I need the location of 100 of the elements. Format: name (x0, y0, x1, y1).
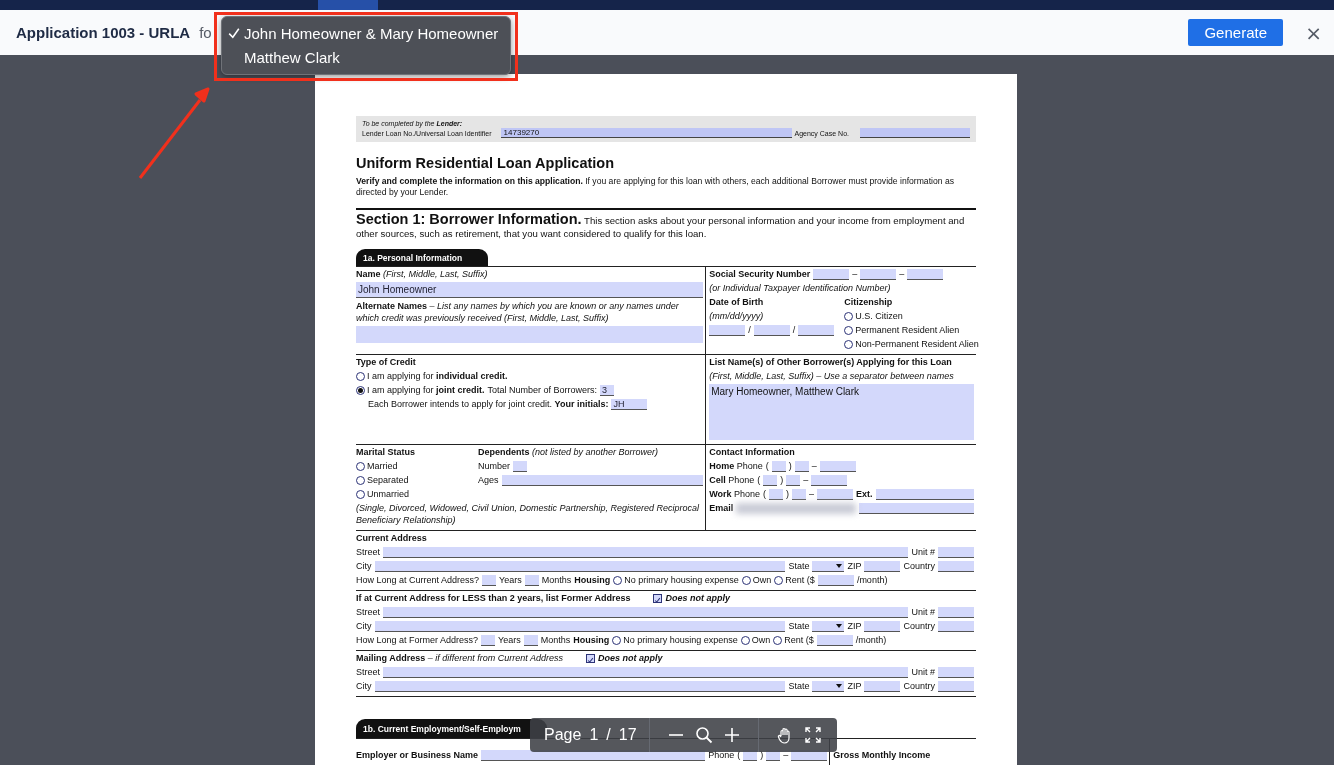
input-field[interactable] (501, 475, 704, 486)
form-label: Gross Monthly Income (833, 749, 931, 761)
input-field[interactable] (792, 489, 807, 500)
form-label: Home Phone (709, 460, 763, 472)
input-field[interactable] (817, 489, 854, 500)
input-field[interactable] (523, 635, 538, 646)
input-field[interactable]: JH (611, 399, 648, 410)
radio-button[interactable]: Rent ($ (773, 634, 814, 646)
input-field[interactable] (813, 269, 850, 280)
input-field[interactable] (798, 325, 835, 336)
radio-button[interactable]: Unmarried (356, 488, 409, 500)
input-field[interactable]: 3 (600, 385, 615, 396)
radio-button[interactable]: Own (741, 574, 772, 586)
form-label: City (356, 620, 372, 632)
input-field[interactable] (938, 667, 974, 678)
form-label: /month) (855, 634, 887, 646)
radio-button[interactable]: No primary housing expense (612, 634, 738, 646)
input-field[interactable] (875, 489, 974, 500)
form-label: Ext. (856, 488, 873, 500)
dropdown-field[interactable] (812, 621, 845, 632)
fullscreen-icon[interactable] (803, 726, 822, 744)
text-area[interactable]: Mary Homeowner, Matthew Clark (709, 384, 974, 440)
input-field[interactable] (860, 128, 970, 138)
radio-button[interactable]: Permanent Resident Alien (844, 324, 960, 336)
input-field[interactable] (374, 681, 786, 692)
input-field[interactable] (794, 461, 809, 472)
input-field[interactable] (864, 621, 901, 632)
input-field[interactable] (938, 607, 974, 618)
input-field[interactable] (816, 635, 853, 646)
form-label: State (788, 620, 810, 632)
page-number-field[interactable]: 1 (589, 729, 599, 741)
input-field[interactable] (864, 561, 901, 572)
zoom-icon[interactable] (694, 726, 713, 744)
radio-button[interactable]: No primary housing expense (613, 574, 739, 586)
input-field[interactable] (374, 561, 786, 572)
form-label: ( (763, 488, 767, 500)
radio-button[interactable]: Rent ($ (774, 574, 815, 586)
form-title: Uniform Residential Loan Application (356, 155, 616, 172)
radio-button[interactable]: I am applying for joint credit. (356, 384, 485, 396)
input-field[interactable] (786, 475, 801, 486)
form-label: Housing (574, 574, 611, 586)
form-label: Unit # (911, 606, 935, 618)
input-field[interactable] (819, 461, 856, 472)
menu-item[interactable]: Matthew Clark (222, 45, 510, 69)
input-field[interactable] (769, 489, 784, 500)
input-field[interactable] (907, 269, 944, 280)
checkbox[interactable]: Does not apply (653, 592, 730, 604)
form-label: City (356, 680, 372, 692)
menu-item[interactable]: John Homeowner & Mary Homeowner (222, 21, 510, 45)
radio-button[interactable]: Own (740, 634, 771, 646)
close-button[interactable]: × (1303, 20, 1324, 45)
input-field[interactable] (811, 475, 848, 486)
form-label: ZIP (847, 680, 862, 692)
form-label: Months (541, 574, 572, 586)
input-field[interactable] (374, 621, 786, 632)
form-label: ) (788, 460, 792, 472)
form-label: Country (903, 620, 935, 632)
input-field[interactable] (383, 667, 909, 678)
input-field[interactable] (864, 681, 901, 692)
radio-button[interactable]: Non-Permanent Resident Alien (844, 338, 979, 350)
input-field[interactable] (524, 575, 539, 586)
input-field[interactable] (482, 575, 497, 586)
checkbox[interactable]: Does not apply (585, 652, 663, 664)
form-label: Total Number of Borrowers: (487, 384, 598, 396)
zoom-in-icon[interactable] (722, 726, 741, 744)
form-label: Dependents (not listed by another Borrower) (478, 446, 659, 458)
input-field[interactable]: John Homeowner (356, 282, 704, 298)
form-label: Work Phone (709, 488, 761, 500)
form-label: ) (760, 749, 764, 761)
input-field[interactable] (938, 561, 974, 572)
input-field[interactable] (383, 547, 909, 558)
input-field[interactable] (771, 461, 786, 472)
dropdown-field[interactable] (812, 681, 845, 692)
input-field[interactable] (817, 575, 854, 586)
input-field[interactable] (938, 621, 974, 632)
form-label: Each Borrower intends to apply for joint credit. Your initials: (368, 398, 609, 410)
generate-button[interactable]: Generate (1188, 19, 1284, 46)
input-field[interactable] (513, 461, 527, 472)
form-label: Mailing Address – if different from Current Address (356, 652, 563, 664)
radio-button[interactable]: I am applying for individual credit. (356, 370, 508, 382)
form-label: Contact Information (709, 446, 795, 458)
form-label: List Name(s) of Other Borrower(s) Applying for this Loan (709, 356, 952, 368)
radio-button[interactable]: Separated (356, 474, 409, 486)
input-field[interactable] (763, 475, 778, 486)
input-field[interactable] (859, 503, 974, 514)
input-field[interactable] (938, 547, 974, 558)
input-field[interactable] (709, 325, 746, 336)
form-label: – (852, 268, 858, 280)
dropdown-field[interactable] (812, 561, 845, 572)
form-label: Country (903, 680, 935, 692)
radio-button[interactable]: U.S. Citizen (844, 310, 903, 322)
input-field[interactable] (481, 635, 496, 646)
radio-button[interactable]: Married (356, 460, 398, 472)
input-field[interactable] (938, 681, 974, 692)
check-icon (228, 27, 240, 39)
input-field[interactable] (860, 269, 897, 280)
input-field[interactable]: 14739270 (500, 128, 792, 138)
form-label: Months (540, 634, 571, 646)
input-field[interactable] (383, 607, 909, 618)
input-field[interactable] (753, 325, 790, 336)
